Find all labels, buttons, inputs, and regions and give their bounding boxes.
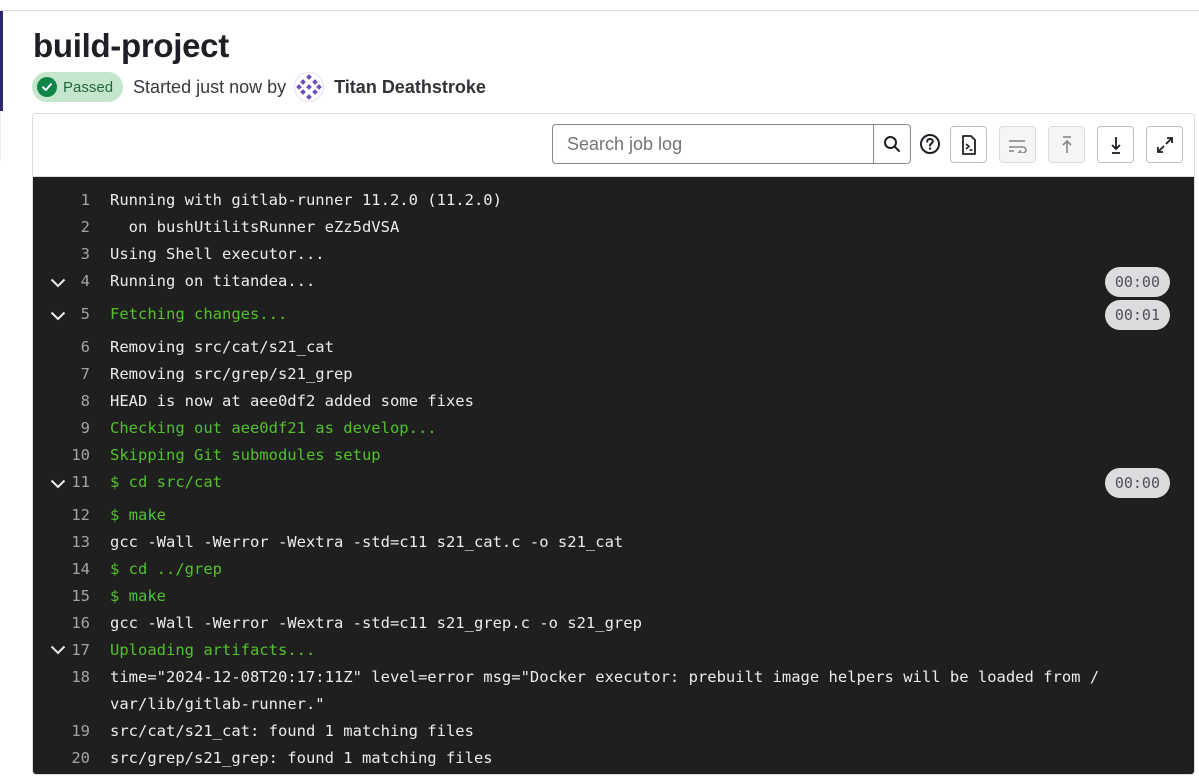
- job-meta: Passed Started just now by Titan Deathst…: [32, 71, 486, 103]
- status-badge[interactable]: Passed: [32, 72, 124, 102]
- log-line: 2 on bushUtilitsRunner eZz5dVSA: [33, 214, 1194, 241]
- line-number[interactable]: 14: [33, 556, 110, 583]
- line-number[interactable]: 18: [33, 664, 110, 691]
- line-number[interactable]: 20: [33, 745, 110, 772]
- search-button[interactable]: [873, 124, 911, 164]
- log-line: 6 Removing src/cat/s21_cat: [33, 334, 1194, 361]
- avatar[interactable]: [294, 72, 325, 102]
- line-number[interactable]: 12: [33, 502, 110, 529]
- log-line: 10 Skipping Git submodules setup: [33, 442, 1194, 469]
- line-text: Using Shell executor...: [110, 245, 325, 263]
- log-line: 14 $ cd ../grep: [33, 556, 1194, 583]
- line-text: Fetching changes...: [110, 305, 288, 323]
- line-text: Running with gitlab-runner 11.2.0 (11.2.…: [110, 191, 502, 209]
- scroll-to-bottom-icon: [1110, 136, 1121, 154]
- author-name[interactable]: Titan Deathstroke: [334, 77, 486, 98]
- check-circle-icon: [37, 77, 57, 97]
- log-line: 16 gcc -Wall -Werror -Wextra -std=c11 s2…: [33, 610, 1194, 637]
- left-divider: [0, 111, 1, 161]
- log-toolbar: [33, 114, 1194, 177]
- status-label: Passed: [63, 78, 114, 96]
- line-number[interactable]: 13: [33, 529, 110, 556]
- log-line: 13 gcc -Wall -Werror -Wextra -std=c11 s2…: [33, 529, 1194, 556]
- chevron-down-icon[interactable]: [49, 274, 67, 292]
- line-number[interactable]: 2: [33, 214, 110, 241]
- fullscreen-icon: [1156, 136, 1173, 153]
- log-section-header[interactable]: 17 Uploading artifacts...: [33, 637, 1194, 664]
- line-text: src/grep/s21_grep: found 1 matching file…: [110, 749, 493, 767]
- help-icon[interactable]: [918, 132, 942, 156]
- line-number[interactable]: 8: [33, 388, 110, 415]
- line-number[interactable]: 17: [33, 637, 110, 664]
- chevron-down-icon[interactable]: [49, 475, 67, 493]
- line-number[interactable]: 1: [33, 187, 110, 214]
- line-text: Removing src/grep/s21_grep: [110, 365, 353, 383]
- line-number[interactable]: 15: [33, 583, 110, 610]
- line-number[interactable]: 16: [33, 610, 110, 637]
- line-number[interactable]: 9: [33, 415, 110, 442]
- line-text: gcc -Wall -Werror -Wextra -std=c11 s21_g…: [110, 614, 642, 632]
- search-box: [552, 124, 911, 164]
- log-line: 7 Removing src/grep/s21_grep: [33, 361, 1194, 388]
- line-number[interactable]: 6: [33, 334, 110, 361]
- line-text: Checking out aee0df21 as develop...: [110, 419, 437, 437]
- log-line: 8 HEAD is now at aee0df2 added some fixe…: [33, 388, 1194, 415]
- log-section-header[interactable]: 5 Fetching changes... 00:01: [33, 300, 1194, 334]
- chevron-down-icon[interactable]: [49, 307, 67, 325]
- log-line: 18 time="2024-12-08T20:17:11Z" level=err…: [33, 664, 1194, 718]
- line-text: HEAD is now at aee0df2 added some fixes: [110, 392, 474, 410]
- search-input[interactable]: [552, 124, 873, 164]
- scroll-to-top-icon: [1061, 135, 1072, 153]
- section-duration-badge: 00:00: [1104, 267, 1170, 297]
- search-icon: [884, 136, 900, 152]
- fullscreen-button[interactable]: [1146, 126, 1183, 163]
- line-number[interactable]: 11: [33, 469, 110, 496]
- log-line: 3 Using Shell executor...: [33, 241, 1194, 268]
- top-border: [0, 0, 1199, 11]
- line-number[interactable]: 3: [33, 241, 110, 268]
- started-text: Started just now by: [133, 76, 287, 97]
- job-log-panel: 1 Running with gitlab-runner 11.2.0 (11.…: [32, 113, 1195, 775]
- log-line: 20 src/grep/s21_grep: found 1 matching f…: [33, 745, 1194, 772]
- line-text: gcc -Wall -Werror -Wextra -std=c11 s21_c…: [110, 533, 624, 551]
- log-section-header[interactable]: 4 Running on titandea... 00:00: [33, 267, 1194, 301]
- line-text: Uploading artifacts...: [110, 641, 316, 659]
- line-text: $ cd ../grep: [110, 560, 222, 578]
- line-text: on bushUtilitsRunner eZz5dVSA: [110, 218, 400, 236]
- log-section-header[interactable]: 11 $ cd src/cat 00:00: [33, 468, 1194, 502]
- line-number[interactable]: 4: [33, 268, 110, 295]
- left-accent: [0, 11, 3, 111]
- wrap-lines-icon: [1008, 139, 1027, 153]
- line-number[interactable]: 10: [33, 442, 110, 469]
- line-text: Skipping Git submodules setup: [110, 446, 381, 464]
- raw-log-button[interactable]: [950, 126, 987, 163]
- log-output: 1 Running with gitlab-runner 11.2.0 (11.…: [33, 177, 1194, 774]
- line-number[interactable]: 7: [33, 361, 110, 388]
- chevron-down-icon[interactable]: [49, 641, 67, 659]
- line-text: $ make: [110, 506, 166, 524]
- wrap-lines-button[interactable]: [999, 126, 1036, 163]
- line-text: Removing src/cat/s21_cat: [110, 338, 334, 356]
- line-text: time="2024-12-08T20:17:11Z" level=error …: [110, 668, 1100, 713]
- raw-log-icon: [961, 134, 976, 155]
- line-number[interactable]: 5: [33, 301, 110, 328]
- line-text: Running on titandea...: [110, 272, 316, 290]
- section-duration-badge: 00:00: [1104, 468, 1170, 498]
- log-line: 12 $ make: [33, 502, 1194, 529]
- line-text: $ cd src/cat: [110, 473, 222, 491]
- log-line: 1 Running with gitlab-runner 11.2.0 (11.…: [33, 187, 1194, 214]
- scroll-to-top-button[interactable]: [1048, 126, 1085, 163]
- line-text: $ make: [110, 587, 166, 605]
- line-text: src/cat/s21_cat: found 1 matching files: [110, 722, 474, 740]
- log-line: 9 Checking out aee0df21 as develop...: [33, 415, 1194, 442]
- line-number[interactable]: 19: [33, 718, 110, 745]
- log-line: 15 $ make: [33, 583, 1194, 610]
- scroll-to-bottom-button[interactable]: [1097, 126, 1134, 163]
- page-title: build-project: [33, 27, 229, 64]
- section-duration-badge: 00:01: [1104, 300, 1170, 330]
- log-line: 19 src/cat/s21_cat: found 1 matching fil…: [33, 718, 1194, 745]
